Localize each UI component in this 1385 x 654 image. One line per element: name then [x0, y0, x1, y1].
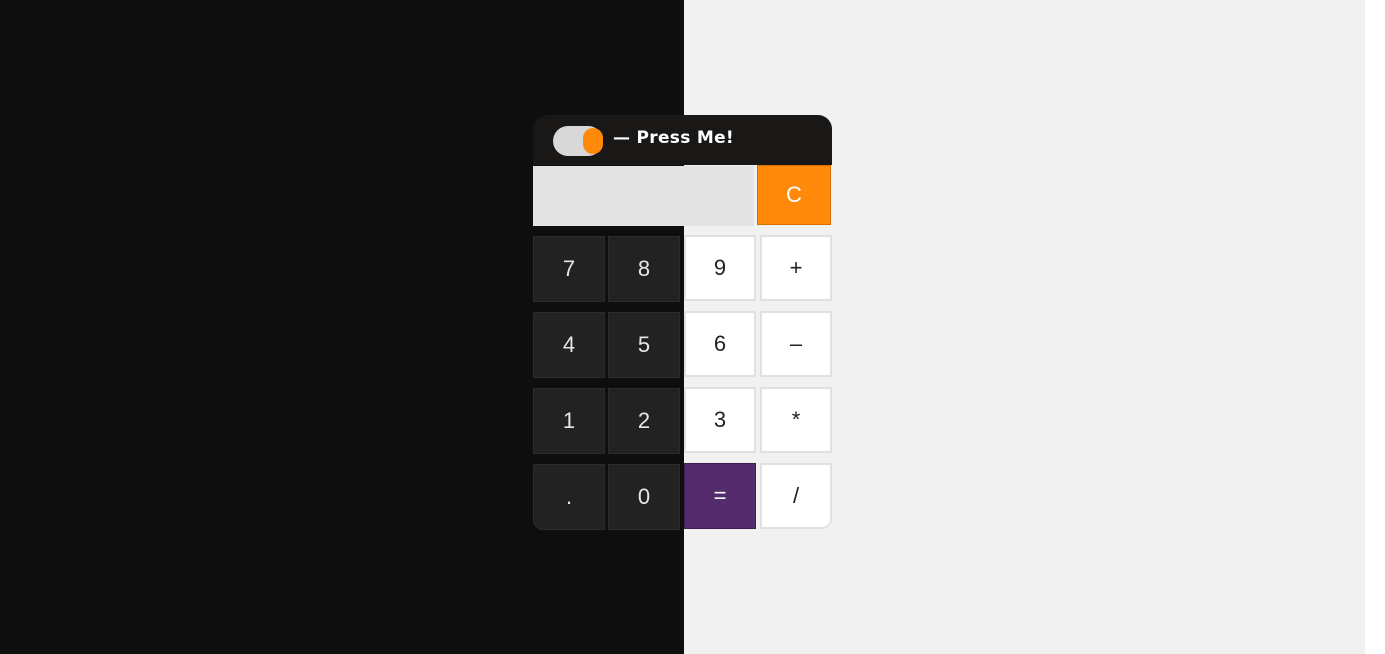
clear-button[interactable]: C — [757, 165, 831, 225]
key-divide[interactable]: / — [760, 463, 832, 529]
key-equals[interactable]: = — [684, 463, 756, 529]
key-minus[interactable]: – — [760, 311, 832, 377]
key-9[interactable]: 9 — [684, 235, 756, 301]
scrollbar-track — [1365, 0, 1385, 654]
key-7[interactable]: 7 — [533, 236, 605, 302]
key-0[interactable]: 0 — [608, 464, 680, 530]
calculator-header: — Press Me! — [533, 115, 832, 165]
key-5[interactable]: 5 — [608, 312, 680, 378]
key-4[interactable]: 4 — [533, 312, 605, 378]
key-3[interactable]: 3 — [684, 387, 756, 453]
key-8[interactable]: 8 — [608, 236, 680, 302]
theme-toggle[interactable] — [553, 126, 603, 156]
key-6[interactable]: 6 — [684, 311, 756, 377]
key-multiply[interactable]: * — [760, 387, 832, 453]
calculator-display[interactable] — [533, 166, 754, 226]
toggle-label: — Press Me! — [613, 128, 734, 148]
key-plus[interactable]: + — [760, 235, 832, 301]
key-1[interactable]: 1 — [533, 388, 605, 454]
key-decimal[interactable]: . — [533, 464, 605, 530]
key-2[interactable]: 2 — [608, 388, 680, 454]
toggle-knob — [583, 128, 603, 154]
